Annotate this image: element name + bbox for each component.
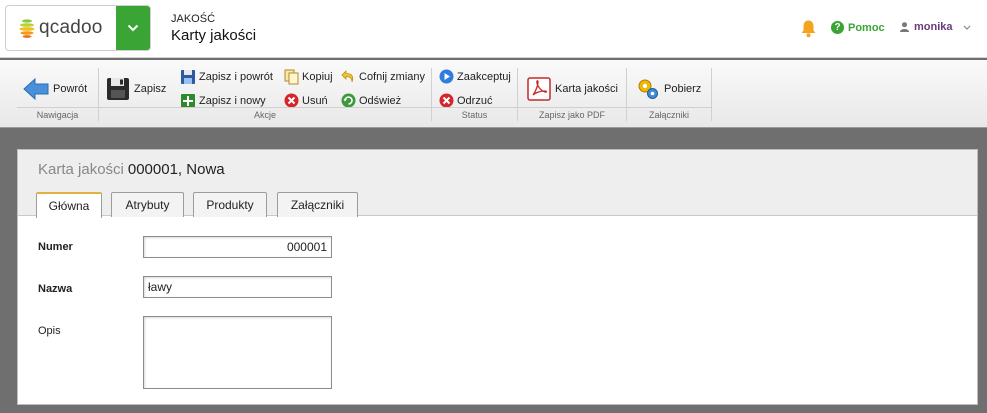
- bell-icon[interactable]: [800, 19, 817, 38]
- gears-icon: [638, 79, 658, 99]
- ribbon-group-navigation: Powrót Nawigacja: [17, 68, 99, 121]
- ribbon-group-actions: Zapisz Zapisz i powrót Zapisz i nowy Kop…: [99, 68, 432, 121]
- back-label: Powrót: [53, 83, 88, 95]
- accept-icon: [439, 69, 454, 84]
- form-header: Karta jakości 000001, Nowa Główna Atrybut…: [18, 150, 977, 218]
- arrow-left-icon: [23, 77, 49, 101]
- quality-card-form: Karta jakości 000001, Nowa Główna Atrybut…: [17, 149, 978, 405]
- delete-label: Usuń: [302, 94, 328, 107]
- refresh-button[interactable]: Odśwież: [341, 93, 401, 108]
- delete-icon: [284, 93, 299, 108]
- save-button[interactable]: Zapisz: [106, 77, 166, 101]
- group-label-pdf: Zapisz jako PDF: [518, 107, 626, 120]
- top-header: qcadoo JAKOŚĆ Karty jakości ? Pomoc moni…: [0, 0, 987, 58]
- back-button[interactable]: Powrót: [23, 77, 87, 101]
- name-field[interactable]: [143, 276, 332, 298]
- group-label-navigation: Nawigacja: [17, 107, 98, 120]
- accept-label: Zaakceptuj: [457, 70, 511, 83]
- user-icon: [900, 22, 909, 32]
- tab-main[interactable]: Główna: [36, 192, 102, 218]
- logo-menu[interactable]: qcadoo: [5, 5, 151, 51]
- reject-label: Odrzuć: [457, 94, 493, 107]
- chevron-down-icon: [963, 25, 970, 30]
- accept-button[interactable]: Zaakceptuj: [439, 69, 511, 84]
- name-label: Nazwa: [38, 283, 73, 295]
- group-label-actions: Akcje: [99, 107, 431, 120]
- save-back-icon: [181, 70, 195, 84]
- page-title: Karty jakości: [171, 27, 257, 44]
- undo-icon: [341, 70, 354, 83]
- download-label: Pobierz: [664, 83, 702, 95]
- copy-label: Kopiuj: [302, 71, 333, 83]
- floppy-disk-icon: [107, 78, 129, 100]
- help-label: Pomoc: [848, 21, 885, 34]
- number-label: Numer: [38, 241, 73, 253]
- logo[interactable]: qcadoo: [6, 6, 117, 50]
- form-title: Karta jakości 000001, Nowa: [38, 161, 225, 178]
- group-label-status: Status: [432, 107, 517, 120]
- group-label-attachments: Załączniki: [627, 107, 711, 120]
- ribbon-group-attachments: Pobierz Załączniki: [627, 68, 712, 121]
- copy-icon: [284, 69, 299, 85]
- copy-button[interactable]: Kopiuj: [284, 69, 333, 85]
- qcadoo-logo-icon: [19, 19, 35, 38]
- quality-card-label: Karta jakości: [555, 83, 618, 95]
- help-link[interactable]: ? Pomoc: [831, 21, 885, 34]
- refresh-icon: [341, 93, 356, 108]
- user-menu[interactable]: monika: [900, 21, 971, 33]
- reject-button[interactable]: Odrzuć: [439, 93, 492, 108]
- save-label: Zapisz: [134, 83, 167, 95]
- ribbon-toolbar: Powrót Nawigacja Zapisz Zapisz i powrót: [0, 60, 987, 128]
- description-label: Opis: [38, 325, 61, 337]
- form-title-label: Karta jakości: [38, 161, 124, 178]
- ribbon-group-status: Zaakceptuj Odrzuć Status: [432, 68, 518, 121]
- undo-button[interactable]: Cofnij zmiany: [341, 69, 425, 84]
- delete-button[interactable]: Usuń: [284, 93, 328, 108]
- save-new-label: Zapisz i nowy: [199, 95, 266, 107]
- save-back-button[interactable]: Zapisz i powrót: [180, 69, 273, 85]
- ribbon-group-pdf: Karta jakości Zapisz jako PDF: [518, 68, 627, 121]
- description-field[interactable]: [143, 316, 332, 389]
- logo-text: qcadoo: [39, 17, 103, 38]
- chevron-down-icon: [127, 24, 139, 32]
- undo-label: Cofnij zmiany: [359, 70, 426, 83]
- tab-attachments[interactable]: Załączniki: [277, 192, 358, 217]
- question-icon: ?: [831, 21, 844, 34]
- user-name: monika: [914, 21, 953, 33]
- form-title-value: 000001, Nowa: [127, 161, 225, 178]
- refresh-label: Odśwież: [359, 94, 402, 107]
- quality-card-pdf-button[interactable]: Karta jakości: [527, 77, 618, 101]
- module-name: JAKOŚĆ: [171, 13, 216, 25]
- tab-products[interactable]: Produkty: [193, 192, 267, 217]
- download-button[interactable]: Pobierz: [636, 77, 701, 101]
- reject-icon: [439, 93, 454, 108]
- tab-attributes[interactable]: Atrybuty: [111, 192, 184, 217]
- number-field[interactable]: [143, 236, 332, 258]
- pdf-icon: [527, 77, 551, 101]
- save-back-label: Zapisz i powrót: [199, 71, 273, 83]
- main-menu-dropdown[interactable]: [116, 6, 150, 50]
